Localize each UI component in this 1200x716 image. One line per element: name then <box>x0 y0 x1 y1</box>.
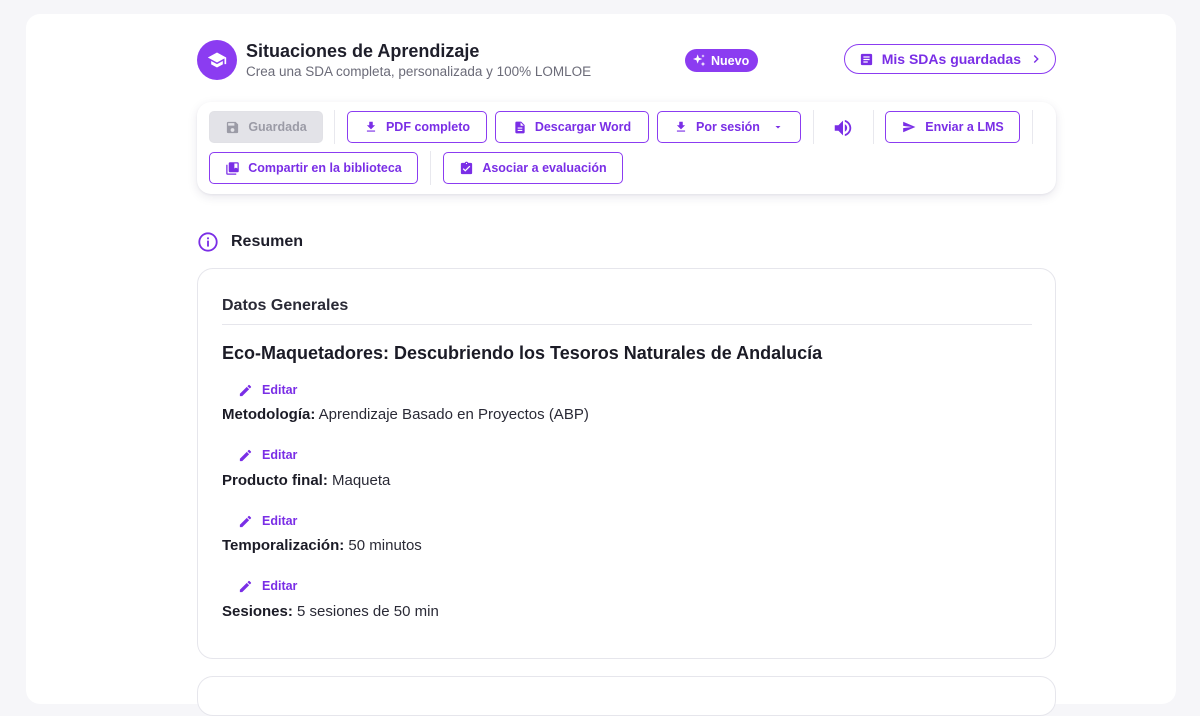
page-subtitle: Crea una SDA completa, personalizada y 1… <box>246 64 592 79</box>
summary-heading: Resumen <box>197 230 303 254</box>
field-value: 5 sesiones de 50 min <box>297 603 439 620</box>
field-label: Metodología: <box>222 406 316 423</box>
pencil-icon <box>239 580 252 592</box>
edit-label: Editar <box>262 579 298 593</box>
field-label: Temporalización: <box>222 537 345 554</box>
clipboard-check-icon <box>461 161 473 174</box>
document-icon <box>860 53 872 65</box>
caret-down-icon <box>775 126 781 129</box>
pdf-complete-button[interactable]: PDF completo <box>347 111 487 143</box>
download-icon <box>366 121 376 132</box>
share-library-button[interactable]: Compartir en la biblioteca <box>209 152 418 184</box>
edit-label: Editar <box>262 383 298 397</box>
new-badge: Nuevo <box>685 49 759 72</box>
sparkle-icon <box>693 53 706 66</box>
new-badge-label: Nuevo <box>711 53 750 68</box>
word-document-icon <box>515 121 525 133</box>
page-header: Situaciones de Aprendizaje Crea una SDA … <box>197 40 1056 82</box>
edit-timing-button[interactable]: Editar <box>238 511 297 531</box>
methodology-field: Metodología: Aprendizaje Basado en Proye… <box>222 406 589 423</box>
field-label: Sesiones: <box>222 603 293 620</box>
card-divider <box>222 324 1032 325</box>
saved-button-label: Guardada <box>248 120 307 134</box>
page-title: Situaciones de Aprendizaje <box>246 41 480 61</box>
share-library-label: Compartir en la biblioteca <box>248 161 402 175</box>
toolbar-divider <box>334 110 335 144</box>
send-to-lms-label: Enviar a LMS <box>925 120 1004 134</box>
field-label: Producto final: <box>222 472 328 489</box>
edit-methodology-button[interactable]: Editar <box>238 380 297 400</box>
download-word-label: Descargar Word <box>534 120 632 134</box>
per-session-dropdown[interactable]: Por sesión <box>657 111 801 143</box>
per-session-label: Por sesión <box>696 120 760 134</box>
edit-label: Editar <box>262 514 298 528</box>
edit-product-button[interactable]: Editar <box>238 445 297 465</box>
pencil-icon <box>239 384 252 396</box>
toolbar-divider <box>1032 110 1033 144</box>
volume-icon[interactable] <box>830 115 856 141</box>
field-value: Maqueta <box>332 472 391 489</box>
pencil-icon <box>239 449 252 461</box>
my-saved-sdas-label: Mis SDAs guardadas <box>881 51 1021 67</box>
field-value: 50 minutos <box>348 537 422 554</box>
info-icon <box>198 232 218 252</box>
general-data-card: Datos Generales Eco-Maquetadores: Descub… <box>197 268 1056 659</box>
download-word-button[interactable]: Descargar Word <box>495 111 649 143</box>
send-icon <box>903 121 916 133</box>
save-icon <box>227 121 239 133</box>
sessions-field: Sesiones: 5 sesiones de 50 min <box>222 603 439 620</box>
library-icon <box>226 161 239 175</box>
action-toolbar: Guardada PDF completo Descargar Word Por… <box>197 102 1056 194</box>
download-icon <box>676 121 686 132</box>
toolbar-divider <box>873 110 874 144</box>
my-saved-sdas-button[interactable]: Mis SDAs guardadas <box>843 44 1056 74</box>
saved-button[interactable]: Guardada <box>209 111 323 143</box>
edit-sessions-button[interactable]: Editar <box>238 576 297 596</box>
card-title: Datos Generales <box>222 297 349 314</box>
sda-title: Eco-Maquetadores: Descubriendo los Tesor… <box>222 343 823 363</box>
next-card <box>197 676 1056 716</box>
graduation-cap-icon <box>197 40 237 80</box>
pdf-complete-label: PDF completo <box>385 120 471 134</box>
link-evaluation-button[interactable]: Asociar a evaluación <box>443 152 623 184</box>
pencil-icon <box>239 515 252 527</box>
link-evaluation-label: Asociar a evaluación <box>482 161 607 175</box>
summary-heading-label: Resumen <box>231 233 304 250</box>
chevron-right-icon <box>1033 55 1039 63</box>
field-value: Aprendizaje Basado en Proyectos (ABP) <box>318 406 589 423</box>
final-product-field: Producto final: Maqueta <box>222 472 390 489</box>
send-to-lms-button[interactable]: Enviar a LMS <box>885 111 1020 143</box>
timing-field: Temporalización: 50 minutos <box>222 537 422 554</box>
edit-label: Editar <box>262 448 298 462</box>
toolbar-divider <box>813 110 814 144</box>
toolbar-divider <box>430 151 431 185</box>
main-panel: Situaciones de Aprendizaje Crea una SDA … <box>26 14 1176 716</box>
